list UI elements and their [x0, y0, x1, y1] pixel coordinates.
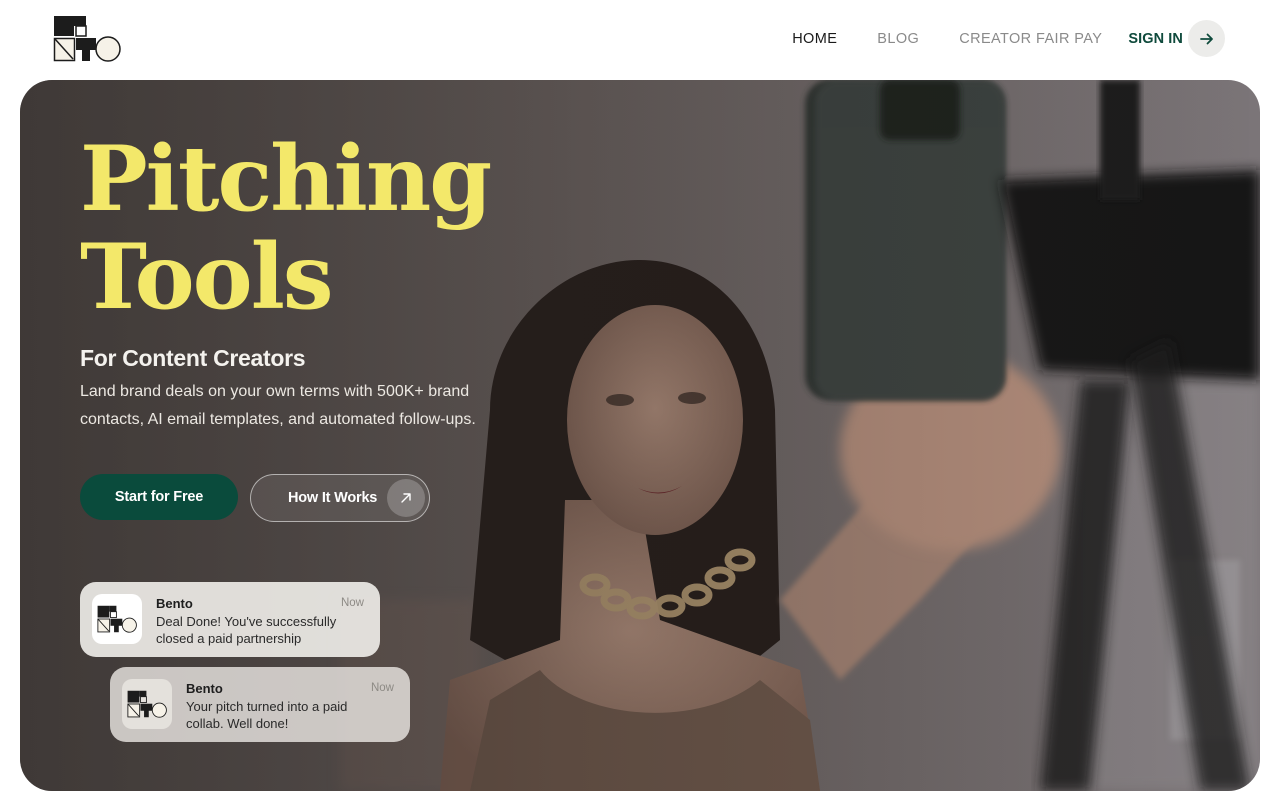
- hero-subtitle: For Content Creators: [80, 345, 306, 371]
- hero-section: Pitching Tools For Content Creators Land…: [20, 80, 1260, 791]
- notification-app-name: Bento: [186, 681, 223, 696]
- signin-label: SIGN IN: [1128, 30, 1183, 47]
- how-it-works-label: How It Works: [288, 490, 378, 506]
- notification-body: Bento Now Your pitch turned into a paid …: [186, 679, 394, 742]
- hero-title-line-1: Pitching: [80, 126, 492, 232]
- bento-logo-icon: [97, 605, 137, 633]
- hero-title-line-2: Tools: [80, 224, 334, 330]
- notification-app-name: Bento: [156, 596, 193, 611]
- signin-button[interactable]: SIGN IN: [1128, 20, 1225, 57]
- bento-logo-icon: [127, 690, 167, 718]
- how-it-works-arrow-circle: [387, 479, 425, 517]
- site-header: HOME BLOG CREATOR FAIR PAY SIGN IN: [0, 0, 1280, 80]
- notification-time: Now: [340, 597, 364, 609]
- notification-app-icon: [92, 594, 142, 644]
- how-it-works-button[interactable]: How It Works: [250, 474, 430, 522]
- main-nav: HOME BLOG CREATOR FAIR PAY SIGN IN: [792, 20, 1225, 57]
- notification-card: Bento Now Deal Done! You've successfully…: [80, 582, 380, 657]
- notification-message: Your pitch turned into a paid collab. We…: [186, 699, 348, 731]
- nav-item-creator-fair-pay[interactable]: CREATOR FAIR PAY: [959, 31, 1102, 47]
- signin-arrow-circle: [1188, 20, 1225, 57]
- notification-app-icon: [122, 679, 172, 729]
- nav-item-home[interactable]: HOME: [792, 31, 837, 47]
- notification-body: Bento Now Deal Done! You've successfully…: [156, 594, 364, 657]
- notification-message: Deal Done! You've successfully closed a …: [156, 614, 337, 646]
- start-for-free-button[interactable]: Start for Free: [80, 474, 238, 520]
- arrow-right-icon: [1199, 33, 1213, 44]
- nav-item-blog[interactable]: BLOG: [877, 31, 919, 47]
- hero-title: Pitching Tools: [80, 126, 492, 330]
- arrow-up-right-icon: [401, 493, 411, 503]
- bento-logo-icon: [53, 16, 121, 62]
- bento-logo[interactable]: [53, 15, 121, 62]
- notification-time: Now: [370, 682, 394, 694]
- hero-description: Land brand deals on your own terms with …: [80, 383, 476, 428]
- notification-card: Bento Now Your pitch turned into a paid …: [110, 667, 410, 742]
